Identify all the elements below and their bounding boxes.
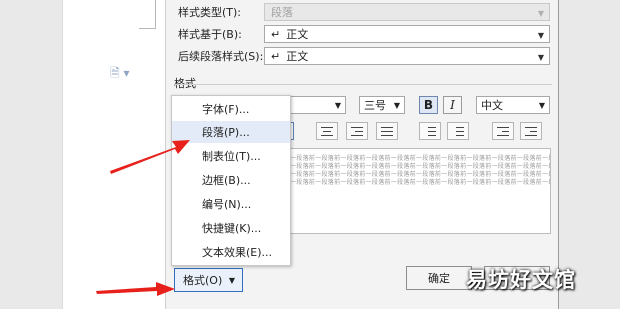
arrow-to-format-button bbox=[96, 282, 175, 296]
watermark: 易坊好文馆 bbox=[466, 268, 576, 292]
arrow-to-paragraph bbox=[110, 140, 190, 174]
annotation-arrows bbox=[96, 140, 190, 296]
